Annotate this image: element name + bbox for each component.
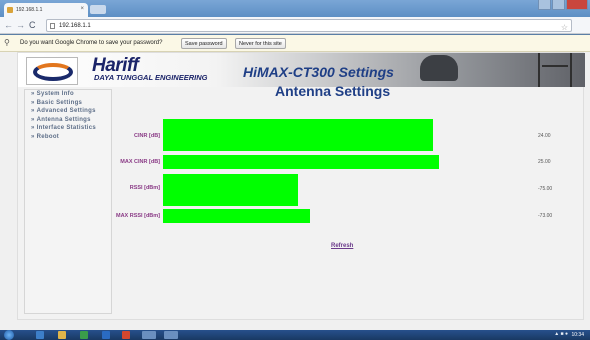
windows-taskbar: ▲ ■ ● 10:34: [0, 330, 590, 340]
antenna-tower-image: [538, 53, 572, 87]
taskbar-clock: 10:34: [571, 332, 584, 338]
refresh-link[interactable]: Refresh: [331, 243, 353, 249]
bookmark-star-icon[interactable]: ☆: [561, 23, 568, 32]
sidebar-item-system-info[interactable]: » System Info: [31, 91, 111, 98]
sidebar-item-interface-statistics[interactable]: » Interface Statistics: [31, 125, 111, 132]
key-icon: ⚲: [4, 38, 10, 47]
reload-icon[interactable]: C: [29, 20, 36, 30]
ie-icon[interactable]: [36, 331, 44, 339]
sidebar-item-basic-settings[interactable]: » Basic Settings: [31, 100, 111, 107]
meter-label-max-rssi: MAX RSSI [dBm]: [116, 213, 160, 219]
page-icon: [50, 23, 55, 29]
router-page: Hariff DAYA TUNGGAL ENGINEERING HiMAX-CT…: [17, 52, 585, 320]
sidebar-menu: » System Info » Basic Settings » Advanced S…: [24, 89, 112, 314]
meter-label-cinr: CINR [dB]: [134, 133, 160, 139]
brand-subtitle: DAYA TUNGGAL ENGINEERING: [94, 73, 208, 82]
password-prompt: Do you want Google Chrome to save your p…: [20, 40, 163, 46]
never-for-this-site-button[interactable]: Never for this site: [235, 38, 286, 49]
meter-bar-max-cinr: [163, 155, 439, 169]
outlook-icon[interactable]: [102, 331, 110, 339]
page-viewport: Hariff DAYA TUNGGAL ENGINEERING HiMAX-CT…: [0, 52, 590, 330]
system-tray-icons[interactable]: ▲ ■ ●: [554, 331, 568, 337]
save-password-button[interactable]: Save password: [181, 38, 227, 49]
meter-value-max-cinr: 25.00: [538, 159, 551, 165]
forward-icon[interactable]: →: [16, 20, 25, 30]
page-title: Antenna Settings: [275, 83, 391, 99]
tab-title: 192.168.1.1: [16, 7, 43, 13]
browser-toolbar: ← → C 192.168.1.1 ☆: [0, 17, 590, 34]
password-infobar: ⚲ Do you want Google Chrome to save your…: [0, 35, 590, 52]
address-text: 192.168.1.1: [59, 23, 91, 29]
meter-bar-max-rssi: [163, 209, 310, 223]
satellite-dish-image: [420, 55, 458, 81]
app-taskbar-icon[interactable]: [142, 331, 156, 339]
close-window-button[interactable]: [566, 0, 588, 10]
hariff-logo: [26, 57, 78, 85]
media-icon[interactable]: [80, 331, 88, 339]
logo-swirl-icon: [33, 63, 73, 81]
favicon-icon: [7, 7, 13, 13]
explorer-icon[interactable]: [58, 331, 66, 339]
tab-close-icon[interactable]: ×: [80, 6, 84, 12]
sidebar-item-antenna-settings[interactable]: » Antenna Settings: [31, 117, 111, 124]
back-icon[interactable]: ←: [4, 20, 13, 30]
meter-label-rssi: RSSI [dBm]: [129, 185, 160, 191]
meter-bar-rssi: [163, 174, 298, 206]
app-taskbar-icon-2[interactable]: [164, 331, 178, 339]
meter-value-cinr: 24.00: [538, 133, 551, 139]
start-button-icon[interactable]: [4, 330, 14, 340]
address-bar[interactable]: 192.168.1.1 ☆: [46, 19, 572, 32]
browser-tab-strip: 192.168.1.1 ×: [0, 0, 590, 17]
sidebar-item-advanced-settings[interactable]: » Advanced Settings: [31, 108, 111, 115]
new-tab-button[interactable]: [90, 5, 106, 14]
chrome-taskbar-icon[interactable]: [122, 331, 130, 339]
meter-value-max-rssi: -73.00: [538, 213, 553, 219]
meter-bar-cinr: [163, 119, 433, 151]
browser-tab[interactable]: 192.168.1.1 ×: [4, 3, 88, 17]
header-banner: Hariff DAYA TUNGGAL ENGINEERING HiMAX-CT…: [18, 53, 585, 87]
meter-label-max-cinr: MAX CINR [dB]: [120, 159, 160, 165]
minimize-button[interactable]: [538, 0, 551, 10]
banner-title: HiMAX-CT300 Settings: [243, 64, 394, 80]
meter-value-rssi: -75.00: [538, 186, 553, 192]
maximize-button[interactable]: [552, 0, 565, 10]
window-controls: [537, 0, 588, 11]
